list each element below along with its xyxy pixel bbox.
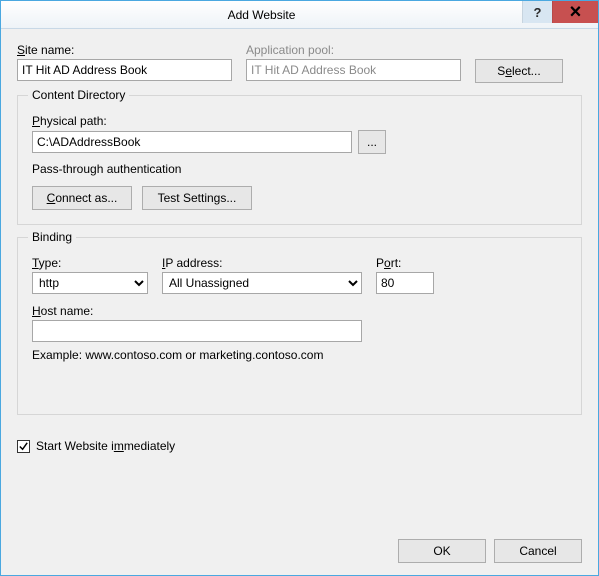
- ip-address-label: IP address:: [162, 256, 362, 270]
- site-name-col: Site name:: [17, 43, 232, 57]
- host-name-label: Host name:: [32, 304, 567, 318]
- dialog-footer: OK Cancel: [398, 539, 582, 563]
- help-icon: ?: [534, 5, 542, 20]
- test-settings-button[interactable]: Test Settings...: [142, 186, 252, 210]
- site-row: Site name: Application pool:: [17, 43, 582, 57]
- physical-path-label: Physical path:: [32, 114, 567, 128]
- app-pool-input: [246, 59, 461, 81]
- help-button[interactable]: ?: [522, 1, 552, 23]
- site-name-label: Site name:: [17, 43, 232, 57]
- ip-address-select[interactable]: All Unassigned: [162, 272, 362, 294]
- close-icon: 🗙: [570, 0, 581, 24]
- close-button[interactable]: 🗙: [552, 1, 598, 23]
- cancel-button[interactable]: Cancel: [494, 539, 582, 563]
- connect-as-button[interactable]: Connect as...: [32, 186, 132, 210]
- site-name-input[interactable]: [17, 59, 232, 81]
- start-website-label: Start Website immediately: [36, 439, 175, 453]
- app-pool-col: Application pool:: [246, 43, 461, 57]
- site-inputs-row: Select...: [17, 59, 582, 83]
- content-directory-legend: Content Directory: [28, 88, 129, 102]
- host-name-input[interactable]: [32, 320, 362, 342]
- dialog-client: Site name: Application pool: Select... C…: [1, 29, 598, 575]
- binding-legend: Binding: [28, 230, 76, 244]
- content-directory-group: Content Directory Physical path: ... Pas…: [17, 95, 582, 225]
- app-pool-label: Application pool:: [246, 43, 461, 57]
- ok-button[interactable]: OK: [398, 539, 486, 563]
- start-website-checkbox[interactable]: [17, 440, 30, 453]
- window-controls: ? 🗙: [522, 1, 598, 28]
- host-name-example: Example: www.contoso.com or marketing.co…: [32, 348, 567, 362]
- type-label: Type:: [32, 256, 148, 270]
- dialog-window: Add Website ? 🗙 Site name: Application p…: [0, 0, 599, 576]
- passthrough-auth-label: Pass-through authentication: [32, 162, 567, 176]
- port-input[interactable]: [376, 272, 434, 294]
- start-website-row: Start Website immediately: [17, 439, 582, 453]
- titlebar: Add Website ? 🗙: [1, 1, 598, 29]
- browse-path-button[interactable]: ...: [358, 130, 386, 154]
- type-select[interactable]: http: [32, 272, 148, 294]
- checkmark-icon: [18, 441, 29, 452]
- binding-group: Binding Type: IP address: Port: http: [17, 237, 582, 415]
- select-app-pool-button[interactable]: Select...: [475, 59, 563, 83]
- port-label: Port:: [376, 256, 446, 270]
- physical-path-input[interactable]: [32, 131, 352, 153]
- dialog-title: Add Website: [1, 8, 522, 22]
